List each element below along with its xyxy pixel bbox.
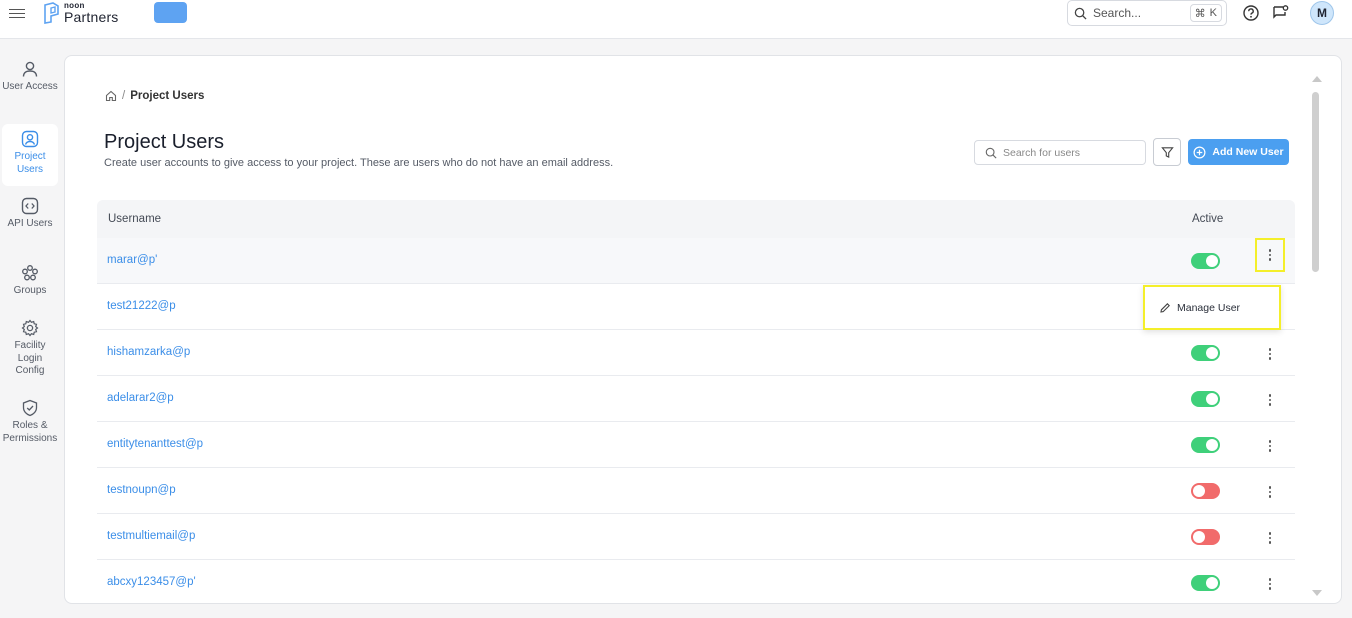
- hamburger-icon[interactable]: [9, 6, 25, 20]
- feedback-icon[interactable]: [1271, 4, 1289, 22]
- sidebar-item-label: Project Users: [14, 151, 46, 175]
- table-row[interactable]: test21222@p: [97, 284, 1295, 330]
- active-toggle[interactable]: [1191, 529, 1220, 545]
- user-icon: [22, 61, 38, 77]
- sidebar-item-user-access[interactable]: User Access: [2, 60, 58, 94]
- scrollbar[interactable]: [1310, 76, 1322, 596]
- active-toggle[interactable]: [1191, 391, 1220, 407]
- username-link[interactable]: hishamzarka@p: [107, 346, 190, 358]
- sidebar: User Access Project Users API Users Grou…: [0, 40, 60, 618]
- partners-logo-icon: [44, 2, 59, 24]
- more-options-icon[interactable]: [1257, 572, 1283, 596]
- code-icon: [21, 197, 39, 215]
- table-row[interactable]: marar@p': [97, 238, 1295, 284]
- more-options-icon[interactable]: [1257, 342, 1283, 366]
- table-row[interactable]: abcxy123457@p': [97, 560, 1295, 603]
- username-link[interactable]: testmultiemail@p: [107, 530, 195, 542]
- help-icon[interactable]: [1242, 4, 1260, 22]
- more-options-icon[interactable]: [1257, 526, 1283, 550]
- users-table: Username Active marar@p' test21222@p his…: [97, 200, 1295, 603]
- sidebar-item-label: API Users: [7, 218, 53, 229]
- username-link[interactable]: test21222@p: [107, 300, 176, 312]
- sidebar-item-label: Facility Login Config: [14, 340, 46, 376]
- user-search-input[interactable]: [1003, 146, 1133, 159]
- active-toggle[interactable]: [1191, 345, 1220, 361]
- plus-circle-icon: [1193, 146, 1206, 158]
- table-header: Username Active: [97, 200, 1295, 238]
- shortcut-key: K: [1209, 7, 1217, 19]
- sidebar-item-api-users[interactable]: API Users: [2, 197, 58, 231]
- active-toggle[interactable]: [1191, 575, 1220, 591]
- global-search-placeholder: Search...: [1093, 6, 1142, 20]
- global-search-input[interactable]: Search... ⌘ K: [1067, 0, 1227, 26]
- project-selector[interactable]: [154, 2, 187, 23]
- add-new-user-label: Add New User: [1212, 146, 1284, 158]
- username-link[interactable]: testnoupn@p: [107, 484, 176, 496]
- username-link[interactable]: adelarar2@p: [107, 392, 174, 404]
- command-key-icon: ⌘: [1194, 7, 1206, 20]
- table-row[interactable]: testmultiemail@p: [97, 514, 1295, 560]
- table-row[interactable]: adelarar2@p: [97, 376, 1295, 422]
- column-header-username: Username: [108, 213, 162, 225]
- sidebar-item-label: Roles & Permissions: [2, 420, 58, 444]
- manage-user-label: Manage User: [1177, 301, 1241, 314]
- more-options-icon[interactable]: [1257, 388, 1283, 412]
- groups-icon: [22, 265, 38, 281]
- column-header-active: Active: [1192, 213, 1224, 225]
- gear-icon: [21, 319, 39, 337]
- sidebar-item-groups[interactable]: Groups: [2, 264, 58, 298]
- pencil-icon: [1160, 302, 1170, 313]
- username-link[interactable]: marar@p': [107, 254, 157, 266]
- more-options-icon[interactable]: [1257, 480, 1283, 504]
- shield-check-icon: [22, 399, 38, 417]
- table-row[interactable]: testnoupn@p: [97, 468, 1295, 514]
- logo[interactable]: noon Partners: [43, 2, 119, 24]
- scrollbar-thumb[interactable]: [1312, 92, 1319, 272]
- shortcut-hint: ⌘ K: [1189, 4, 1222, 22]
- more-options-icon[interactable]: [1257, 434, 1283, 458]
- sidebar-item-label: User Access: [2, 81, 58, 92]
- user-search-box[interactable]: [974, 140, 1146, 165]
- user-circle-icon: [21, 130, 39, 148]
- breadcrumb-current: Project Users: [130, 90, 205, 102]
- filter-button[interactable]: [1153, 138, 1181, 166]
- logo-big-text: Partners: [64, 9, 119, 25]
- scroll-up-arrow-icon[interactable]: [1312, 76, 1322, 82]
- active-toggle[interactable]: [1191, 253, 1220, 269]
- breadcrumb-separator: /: [122, 90, 126, 102]
- sidebar-item-facility-login-config[interactable]: Facility Login Config: [2, 319, 58, 378]
- username-link[interactable]: abcxy123457@p': [107, 576, 196, 588]
- page-title: Project Users: [104, 131, 225, 153]
- sidebar-item-project-users[interactable]: Project Users: [2, 124, 58, 186]
- search-icon: [985, 147, 997, 159]
- active-toggle[interactable]: [1191, 483, 1220, 499]
- table-row[interactable]: hishamzarka@p: [97, 330, 1295, 376]
- page-subtitle: Create user accounts to give access to y…: [104, 157, 614, 169]
- search-icon: [1074, 7, 1087, 20]
- more-options-icon[interactable]: [1255, 238, 1285, 272]
- add-new-user-button[interactable]: Add New User: [1188, 139, 1289, 165]
- top-bar: noon Partners Search... ⌘ K M: [0, 0, 1352, 39]
- filter-icon: [1160, 146, 1174, 158]
- breadcrumb: / Project Users: [105, 90, 204, 102]
- main-card: / Project Users Project Users Create use…: [64, 55, 1342, 604]
- home-icon[interactable]: [105, 90, 117, 102]
- avatar[interactable]: M: [1310, 1, 1334, 25]
- sidebar-item-roles-permissions[interactable]: Roles & Permissions: [2, 399, 58, 445]
- manage-user-menu-item[interactable]: Manage User: [1143, 285, 1281, 330]
- table-row[interactable]: entitytenanttest@p: [97, 422, 1295, 468]
- username-link[interactable]: entitytenanttest@p: [107, 438, 203, 450]
- active-toggle[interactable]: [1191, 437, 1220, 453]
- sidebar-item-label: Groups: [13, 285, 47, 296]
- scroll-down-arrow-icon[interactable]: [1312, 590, 1322, 596]
